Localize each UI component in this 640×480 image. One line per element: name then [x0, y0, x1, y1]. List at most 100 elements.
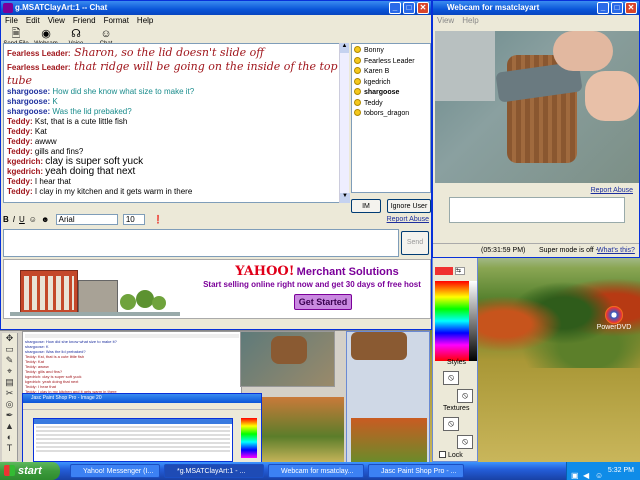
- user-status-icon: [354, 67, 361, 74]
- taskbar-item-webcam[interactable]: Webcam for msatclay...: [268, 464, 364, 478]
- user-status-icon: [354, 46, 361, 53]
- taskbar-item-paintshop[interactable]: Jasc Paint Shop Pro - ...: [368, 464, 464, 478]
- lightness-slider[interactable]: [469, 281, 477, 361]
- chat-message-sender[interactable]: Teddy:: [7, 187, 33, 196]
- im-button[interactable]: IM: [351, 199, 381, 213]
- lock-checkbox[interactable]: Lock: [439, 451, 463, 459]
- get-started-button[interactable]: Get Started: [294, 294, 352, 310]
- yahoo-merchant-ad[interactable]: YAHOO! Merchant Solutions Start selling …: [3, 259, 431, 319]
- chat-user-list[interactable]: Bonny Fearless Leader Karen B kgedrich sharg…: [351, 43, 431, 193]
- menu-view[interactable]: View: [437, 16, 454, 25]
- start-button[interactable]: start: [0, 462, 60, 480]
- user-list-item[interactable]: shargoose: [354, 88, 428, 99]
- webcam-report-abuse-link[interactable]: Report Abuse: [591, 187, 633, 194]
- chat-titlebar[interactable]: g.MSATClayArt:1 -- Chat _ □ ✕: [1, 1, 431, 15]
- network-icon[interactable]: ▣: [571, 467, 579, 480]
- font-select[interactable]: Arial: [55, 214, 118, 226]
- chat-message-log[interactable]: Fearless Leader: Sharon, so the lid does…: [3, 43, 349, 203]
- webcam-title: Webcam for msatclayart: [447, 3, 540, 12]
- user-list-item[interactable]: Fearless Leader: [354, 56, 428, 68]
- webcam-window: Webcam for msatclayart _ □ ✕ View Help Re…: [432, 0, 640, 258]
- textures-no-entry-icon[interactable]: ⦸: [443, 417, 459, 431]
- chat-message-text: How did she know what size to make it?: [52, 87, 195, 96]
- user-list-item[interactable]: Karen B: [354, 67, 428, 78]
- styles-label: Styles: [447, 359, 467, 366]
- chat-message-sender[interactable]: kgedrich:: [7, 157, 43, 166]
- menu-help[interactable]: Help: [137, 16, 153, 25]
- chat-message-text: I clay in my kitchen and it gets warm in…: [34, 187, 193, 196]
- whats-this-link[interactable]: What's this?: [597, 244, 635, 257]
- close-icon[interactable]: ✕: [417, 2, 429, 14]
- user-status-icon: [354, 88, 361, 95]
- menu-friend[interactable]: Friend: [73, 16, 96, 25]
- textures-fill-no-entry-icon[interactable]: ⦸: [457, 435, 473, 449]
- paintshop-tool-palette[interactable]: ✥ ▭ ✎ ⌖ ▤ ✂ ◎ ✒ ▲ ◐ T: [2, 333, 18, 461]
- user-list-item[interactable]: Bonny: [354, 46, 428, 57]
- menu-edit[interactable]: Edit: [26, 16, 40, 25]
- menu-help[interactable]: Help: [462, 16, 478, 25]
- lock-label: Lock: [447, 452, 463, 459]
- user-name: kgedrich: [364, 78, 391, 86]
- chat-message-sender[interactable]: Teddy:: [7, 127, 33, 136]
- menu-format[interactable]: Format: [104, 16, 129, 25]
- maximize-icon[interactable]: □: [403, 2, 415, 14]
- bold-button[interactable]: B: [3, 215, 9, 224]
- chat-message-sender[interactable]: kgedrich:: [7, 167, 43, 176]
- user-list-item[interactable]: Teddy: [354, 98, 428, 110]
- swap-colors-icon[interactable]: ⇆: [455, 267, 465, 275]
- taskbar-item-yahoo-messenger[interactable]: Yahoo! Messenger (I...: [70, 464, 160, 478]
- chat-message-text: Sharon, so the lid doesn't slide off: [74, 46, 265, 59]
- yahoo-logo: YAHOO!: [235, 264, 295, 279]
- color-icon[interactable]: ❗: [153, 215, 163, 224]
- color-picker-spectrum[interactable]: [435, 281, 469, 361]
- send-file-icon: 🗎: [11, 28, 21, 40]
- styles-no-entry-icon[interactable]: ⦸: [443, 371, 459, 385]
- user-list-item[interactable]: tobors_dragon: [354, 109, 428, 120]
- chat-message-input[interactable]: [3, 229, 399, 257]
- volume-icon[interactable]: ◀: [583, 467, 589, 480]
- chat-bubble-icon: ☺: [100, 28, 112, 40]
- paintshop-canvas-area: ✥ ▭ ✎ ⌖ ▤ ✂ ◎ ✒ ▲ ◐ T shargoose: How did she know …: [0, 330, 430, 462]
- styles-fill-no-entry-icon[interactable]: ⦸: [457, 389, 473, 403]
- chat-message-sender[interactable]: Teddy:: [7, 177, 33, 186]
- chat-message-sender[interactable]: Teddy:: [7, 147, 33, 156]
- chat-message-text: Was the lid prebaked?: [52, 107, 132, 116]
- minimize-icon[interactable]: _: [389, 2, 401, 14]
- screenshot-thumbnail-wallpaper: [262, 397, 344, 462]
- send-button[interactable]: Send: [401, 231, 429, 255]
- ad-tagline: Start selling online right now and get 3…: [203, 280, 421, 289]
- chat-message-sender[interactable]: shargoose:: [7, 97, 50, 106]
- audible-icon[interactable]: ☻: [41, 215, 49, 224]
- foreground-color-swatch[interactable]: [435, 267, 453, 275]
- emoticon-icon[interactable]: ☺: [29, 215, 37, 224]
- screenshot-thumbnail-paintshop: Jasc Paint Shop Pro - Image 20: [22, 393, 262, 462]
- underline-button[interactable]: U: [19, 215, 25, 224]
- chat-message-sender[interactable]: Fearless Leader:: [7, 63, 71, 72]
- close-icon[interactable]: ✕: [625, 2, 637, 14]
- desktop-icon-powerdvd[interactable]: PowerDVD: [594, 306, 634, 331]
- system-tray: ▣ ◀ ☺ 5:32 PM: [566, 462, 640, 480]
- webcam-icon: ◉: [41, 28, 51, 40]
- taskbar-item-chat[interactable]: *g.MSATClayArt:1 - ...: [164, 464, 264, 478]
- chat-log-scrollbar[interactable]: ▲ ▼: [339, 43, 350, 203]
- maximize-icon[interactable]: □: [611, 2, 623, 14]
- webcam-titlebar[interactable]: Webcam for msatclayart _ □ ✕: [433, 1, 639, 15]
- menu-view[interactable]: View: [48, 16, 65, 25]
- font-size-select[interactable]: 10: [122, 214, 145, 226]
- menu-file[interactable]: File: [5, 16, 18, 25]
- chat-message-sender[interactable]: shargoose:: [7, 107, 50, 116]
- minimize-icon[interactable]: _: [597, 2, 609, 14]
- chat-message-text: K: [52, 97, 58, 106]
- chat-message-sender[interactable]: shargoose:: [7, 87, 50, 96]
- chat-message-sender[interactable]: Fearless Leader:: [7, 49, 71, 58]
- ignore-user-button[interactable]: Ignore User: [387, 199, 431, 213]
- chat-message-sender[interactable]: Teddy:: [7, 117, 33, 126]
- chat-message: Teddy: Kst, that is a cute little fish: [7, 117, 345, 127]
- user-list-item[interactable]: kgedrich: [354, 77, 428, 89]
- yahoo-messenger-icon: [3, 3, 13, 13]
- italic-button[interactable]: I: [13, 215, 15, 224]
- messenger-tray-icon[interactable]: ☺: [595, 467, 603, 480]
- chat-report-abuse-link[interactable]: Report Abuse: [387, 213, 429, 227]
- chat-message-text: Kst, that is a cute little fish: [34, 117, 128, 126]
- chat-message-sender[interactable]: Teddy:: [7, 137, 33, 146]
